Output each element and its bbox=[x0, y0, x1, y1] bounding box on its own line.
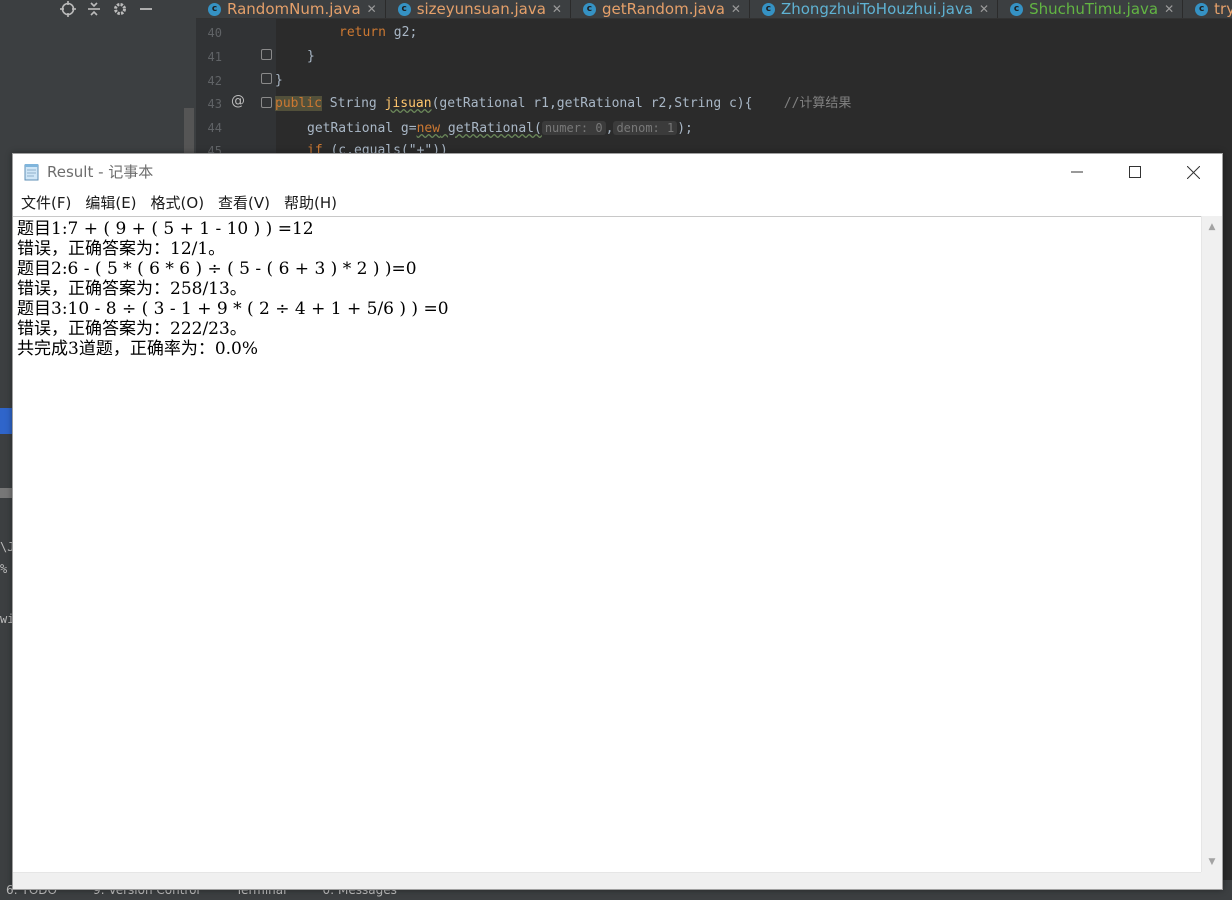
editor-tabs: c RandomNum.java ✕ c sizeyunsuan.java ✕ … bbox=[196, 0, 1232, 19]
text-line: 错误，正确答案为：12/1。 bbox=[17, 239, 226, 259]
notepad-window: Result - 记事本 文件(F) 编辑(E) 格式(O) 查看(V) 帮助(… bbox=[12, 153, 1223, 890]
ide-selected-row-marker bbox=[0, 408, 12, 434]
close-icon[interactable]: ✕ bbox=[367, 2, 377, 16]
menu-edit[interactable]: 编辑(E) bbox=[79, 190, 142, 216]
close-button[interactable] bbox=[1164, 154, 1222, 190]
java-class-icon: c bbox=[761, 2, 775, 16]
tab-label: ZhongzhuiToHouzhui.java bbox=[780, 0, 974, 18]
java-class-icon: c bbox=[208, 2, 221, 16]
text-line: 共完成3道题，正确率为：0.0% bbox=[17, 339, 259, 359]
notepad-icon bbox=[24, 164, 39, 181]
java-class-icon: c bbox=[1195, 2, 1209, 16]
close-icon[interactable]: ✕ bbox=[1164, 2, 1174, 16]
tab-try[interactable]: c try bbox=[1183, 0, 1232, 18]
fold-icon[interactable] bbox=[261, 49, 272, 60]
code-line-44: getRational g=new getRational(numer: 0,d… bbox=[307, 119, 693, 138]
menu-file[interactable]: 文件(F) bbox=[15, 190, 77, 216]
java-class-icon: c bbox=[1010, 2, 1024, 16]
scroll-up-icon[interactable]: ▲ bbox=[1202, 218, 1222, 235]
tab-label: ShuchuTimu.java bbox=[1029, 0, 1159, 18]
text-line: 题目3:10 - 8 ÷ ( 3 - 1 + 9 * ( 2 ÷ 4 + 1 +… bbox=[17, 299, 449, 319]
code-token: jisuan bbox=[384, 96, 432, 111]
gear-icon[interactable] bbox=[112, 1, 128, 17]
collapse-all-icon[interactable] bbox=[86, 1, 102, 17]
tab-shuchutimu[interactable]: c ShuchuTimu.java ✕ bbox=[998, 0, 1184, 18]
code-token: g2; bbox=[385, 25, 418, 40]
title-bar[interactable]: Result - 记事本 bbox=[13, 154, 1222, 190]
line-number: 44 bbox=[207, 121, 222, 135]
code-token: return bbox=[339, 25, 386, 40]
text-line: 错误，正确答案为：258/13。 bbox=[17, 279, 247, 299]
ide-project-scrollbar[interactable] bbox=[184, 108, 194, 154]
hide-icon[interactable] bbox=[138, 1, 154, 17]
code-line-41: } bbox=[307, 49, 315, 64]
tab-label: getRandom.java bbox=[601, 0, 725, 18]
java-class-icon: c bbox=[582, 2, 596, 16]
code-line-42: } bbox=[275, 73, 283, 88]
tab-label: RandomNum.java bbox=[227, 0, 361, 18]
code-token: getRational( bbox=[440, 121, 542, 136]
code-token: new bbox=[416, 121, 441, 136]
code-token: public bbox=[275, 96, 322, 111]
menu-bar: 文件(F) 编辑(E) 格式(O) 查看(V) 帮助(H) bbox=[13, 190, 1222, 216]
ide-tool-window-toolbar bbox=[0, 0, 196, 18]
java-class-icon: c bbox=[397, 2, 411, 16]
console-fragment: % bbox=[0, 562, 8, 576]
line-number: 42 bbox=[207, 74, 222, 88]
menu-view[interactable]: 查看(V) bbox=[212, 190, 276, 216]
close-icon bbox=[1186, 165, 1200, 179]
parameter-hint: numer: 0 bbox=[541, 121, 606, 135]
code-token: getRational g= bbox=[307, 121, 417, 136]
code-token: ); bbox=[677, 121, 693, 136]
line-number: 40 bbox=[207, 26, 222, 40]
text-edit-area[interactable]: 题目1:7 + ( 9 + ( 5 + 1 - 10 ) ) =12 错误，正确… bbox=[13, 216, 1201, 872]
tab-sizeyunsuan[interactable]: c sizeyunsuan.java ✕ bbox=[386, 0, 571, 18]
fold-icon[interactable] bbox=[261, 97, 272, 108]
tab-zhongzhuitohouzhui[interactable]: c ZhongzhuiToHouzhui.java ✕ bbox=[750, 0, 999, 18]
fold-icon[interactable] bbox=[261, 73, 272, 84]
tab-getrandom[interactable]: c getRandom.java ✕ bbox=[571, 0, 750, 18]
horizontal-scrollbar[interactable] bbox=[13, 872, 1201, 889]
minimize-icon bbox=[1071, 171, 1083, 173]
text-line: 错误，正确答案为：222/23。 bbox=[17, 319, 247, 339]
tab-randomnum[interactable]: c RandomNum.java ✕ bbox=[196, 0, 386, 18]
override-at-icon[interactable]: @ bbox=[231, 93, 245, 109]
close-icon[interactable]: ✕ bbox=[731, 2, 741, 16]
menu-help[interactable]: 帮助(H) bbox=[278, 190, 343, 216]
scroll-down-icon[interactable]: ▼ bbox=[1202, 853, 1222, 870]
close-icon[interactable]: ✕ bbox=[552, 2, 562, 16]
code-comment: //计算结果 bbox=[783, 96, 852, 111]
text-line: 题目2:6 - ( 5 * ( 6 * 6 ) ÷ ( 5 - ( 6 + 3 … bbox=[17, 259, 417, 279]
text-line: 题目1:7 + ( 9 + ( 5 + 1 - 10 ) ) =12 bbox=[17, 219, 314, 239]
code-token: String bbox=[321, 96, 385, 111]
locate-icon[interactable] bbox=[60, 1, 76, 17]
window-title: Result - 记事本 bbox=[47, 163, 154, 181]
parameter-hint: denom: 1 bbox=[613, 121, 678, 135]
tab-label: sizeyunsuan.java bbox=[416, 0, 546, 18]
code-token: (getRational r1,getRational r2,String c)… bbox=[431, 96, 784, 111]
close-icon[interactable]: ✕ bbox=[979, 2, 989, 16]
menu-format[interactable]: 格式(O) bbox=[145, 190, 211, 216]
resize-grip[interactable] bbox=[1201, 872, 1222, 889]
line-number: 43 bbox=[207, 97, 222, 111]
code-line-40: return g2; bbox=[339, 24, 417, 42]
ide-divider-marker bbox=[0, 488, 12, 498]
maximize-button[interactable] bbox=[1106, 154, 1164, 190]
editor-gutter bbox=[196, 19, 276, 159]
maximize-icon bbox=[1129, 166, 1141, 178]
line-number: 41 bbox=[207, 50, 222, 64]
code-line-43: public String jisuan(getRational r1,getR… bbox=[275, 95, 851, 113]
minimize-button[interactable] bbox=[1048, 154, 1106, 190]
vertical-scrollbar[interactable]: ▲ ▼ bbox=[1201, 216, 1222, 872]
tab-label: try bbox=[1214, 0, 1232, 18]
